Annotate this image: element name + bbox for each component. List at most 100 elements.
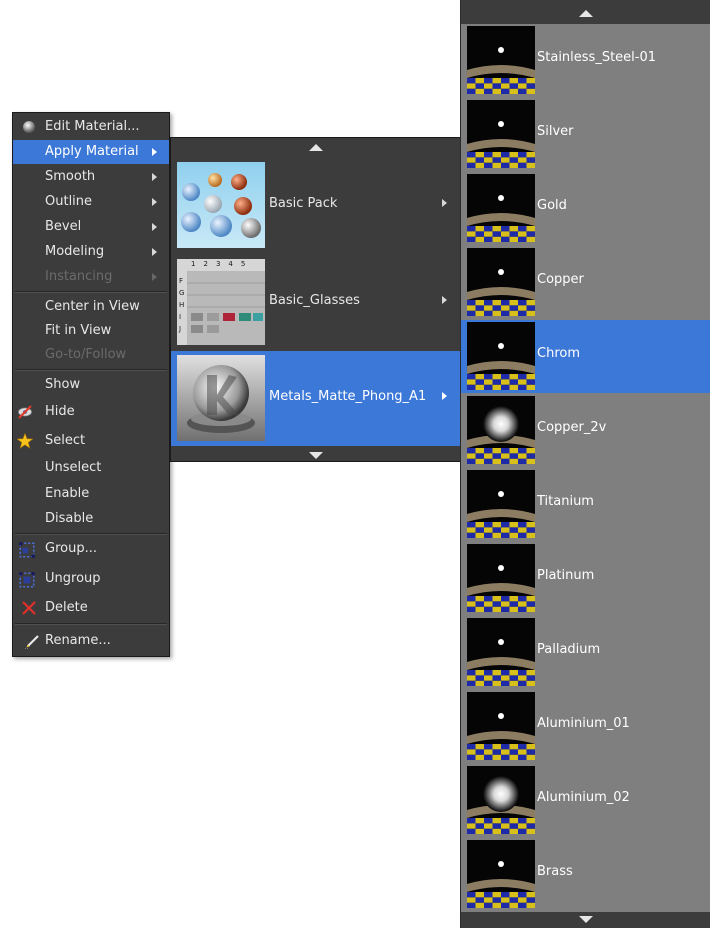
menu-item-label: Outline <box>45 194 93 209</box>
menu-item-label: Unselect <box>45 460 102 475</box>
material-item[interactable]: Copper_2v <box>461 394 710 467</box>
material-label: Stainless_Steel-01 <box>537 50 657 65</box>
bevel-menu-item[interactable]: Bevel <box>13 215 169 239</box>
scroll-down-arrow-icon <box>579 916 593 923</box>
submenu-arrow-icon <box>152 273 157 281</box>
menu-separator <box>15 369 167 371</box>
material-label: Aluminium_02 <box>537 790 630 805</box>
grid-column-label: 2 <box>203 260 216 268</box>
basic-pack-thumbnail <box>177 162 265 248</box>
edit-material-menu-item[interactable]: Edit Material... <box>13 115 169 139</box>
material-item[interactable]: Silver <box>461 98 710 171</box>
material-item[interactable]: Copper <box>461 246 710 319</box>
pack-label: Metals_Matte_Phong_A1 <box>269 389 427 404</box>
scroll-down-arrow-icon <box>309 452 323 459</box>
modeling-menu-item[interactable]: Modeling <box>13 240 169 264</box>
material-item[interactable]: Titanium <box>461 468 710 541</box>
material-preview-thumbnail <box>467 618 535 686</box>
glasses-grid-columns: 12345 <box>191 260 277 268</box>
center-in-view-menu-item[interactable]: Center in View <box>13 295 169 319</box>
select-star-icon <box>17 433 33 449</box>
fit-in-view-menu-item[interactable]: Fit in View <box>13 319 169 343</box>
material-preview-thumbnail <box>467 174 535 242</box>
material-item[interactable]: Gold <box>461 172 710 245</box>
glasses-grid-rows: F G H I J <box>179 275 187 335</box>
menu-separator <box>15 623 167 625</box>
menu-item-label: Center in View <box>45 299 140 314</box>
basic-glasses-thumbnail <box>177 259 265 345</box>
materials-menu: Stainless_Steel-01 Silver Gold Copper Chrom C… <box>460 0 710 928</box>
grid-column-label: 5 <box>240 260 254 268</box>
delete-x-icon <box>22 601 36 615</box>
submenu-arrow-icon <box>152 148 157 156</box>
submenu-arrow-icon <box>442 296 447 304</box>
material-label: Titanium <box>537 494 594 509</box>
material-preview-thumbnail <box>467 544 535 612</box>
material-item[interactable]: Brass <box>461 838 710 911</box>
material-item[interactable]: Platinum <box>461 542 710 615</box>
pack-item-basic-glasses[interactable]: 12345 F G H I J Basic_Glasses <box>171 255 461 350</box>
scroll-up-button[interactable] <box>461 0 710 24</box>
delete-menu-item[interactable]: Delete <box>13 596 169 620</box>
material-label: Brass <box>537 864 573 879</box>
material-item[interactable]: Aluminium_02 <box>461 764 710 837</box>
smooth-menu-item[interactable]: Smooth <box>13 165 169 189</box>
pack-label: Basic_Glasses <box>269 293 360 308</box>
grid-row-label: F <box>179 277 184 285</box>
pack-item-basic-pack[interactable]: Basic Pack <box>171 158 461 253</box>
submenu-arrow-icon <box>442 199 447 207</box>
select-menu-item[interactable]: Select <box>13 429 169 453</box>
scroll-up-arrow-icon <box>309 144 323 151</box>
show-menu-item[interactable]: Show <box>13 373 169 397</box>
material-label: Silver <box>537 124 574 139</box>
menu-separator <box>15 291 167 293</box>
outline-menu-item[interactable]: Outline <box>13 190 169 214</box>
metals-matte-phong-thumbnail <box>177 355 265 441</box>
hide-eye-icon <box>18 405 32 419</box>
material-label: Palladium <box>537 642 601 657</box>
material-sphere-icon <box>23 121 35 133</box>
menu-item-label: Fit in View <box>45 323 112 338</box>
hide-menu-item[interactable]: Hide <box>13 400 169 424</box>
material-label: Gold <box>537 198 567 213</box>
material-preview-thumbnail <box>467 840 535 908</box>
material-label: Aluminium_01 <box>537 716 630 731</box>
submenu-arrow-icon <box>442 392 447 400</box>
material-preview-thumbnail <box>467 322 535 390</box>
material-preview-thumbnail <box>467 248 535 316</box>
menu-item-label: Group... <box>45 541 97 556</box>
material-item[interactable]: Palladium <box>461 616 710 689</box>
ungroup-menu-item[interactable]: Ungroup <box>13 567 169 591</box>
material-preview-thumbnail <box>467 100 535 168</box>
apply-material-menu-item[interactable]: Apply Material <box>13 140 169 164</box>
pack-item-metals-matte-phong[interactable]: Metals_Matte_Phong_A1 <box>171 351 461 446</box>
group-menu-item[interactable]: Group... <box>13 537 169 561</box>
go-to-follow-menu-item[interactable]: Go-to/Follow <box>13 343 169 367</box>
enable-menu-item[interactable]: Enable <box>13 482 169 506</box>
disable-menu-item[interactable]: Disable <box>13 507 169 531</box>
scroll-down-button[interactable] <box>171 446 461 464</box>
material-label: Chrom <box>537 346 580 361</box>
material-preview-thumbnail <box>467 470 535 538</box>
material-item[interactable]: Stainless_Steel-01 <box>461 24 710 97</box>
material-item[interactable]: Chrom <box>461 320 710 393</box>
ungroup-icon <box>19 572 35 588</box>
scroll-down-button[interactable] <box>461 912 710 928</box>
unselect-menu-item[interactable]: Unselect <box>13 456 169 480</box>
menu-item-label: Disable <box>45 511 94 526</box>
rename-menu-item[interactable]: Rename... <box>13 629 169 653</box>
menu-item-label: Delete <box>45 600 88 615</box>
scroll-up-button[interactable] <box>171 138 461 156</box>
menu-item-label: Edit Material... <box>45 119 140 134</box>
instancing-menu-item[interactable]: Instancing <box>13 265 169 289</box>
menu-item-label: Bevel <box>45 219 82 234</box>
menu-separator <box>15 533 167 535</box>
material-preview-thumbnail <box>467 692 535 760</box>
material-item[interactable]: Aluminium_01 <box>461 690 710 763</box>
menu-item-label: Ungroup <box>45 571 101 586</box>
submenu-arrow-icon <box>152 248 157 256</box>
menu-item-label: Smooth <box>45 169 96 184</box>
menu-item-label: Modeling <box>45 244 105 259</box>
submenu-arrow-icon <box>152 173 157 181</box>
grid-row-label: G <box>179 289 185 297</box>
